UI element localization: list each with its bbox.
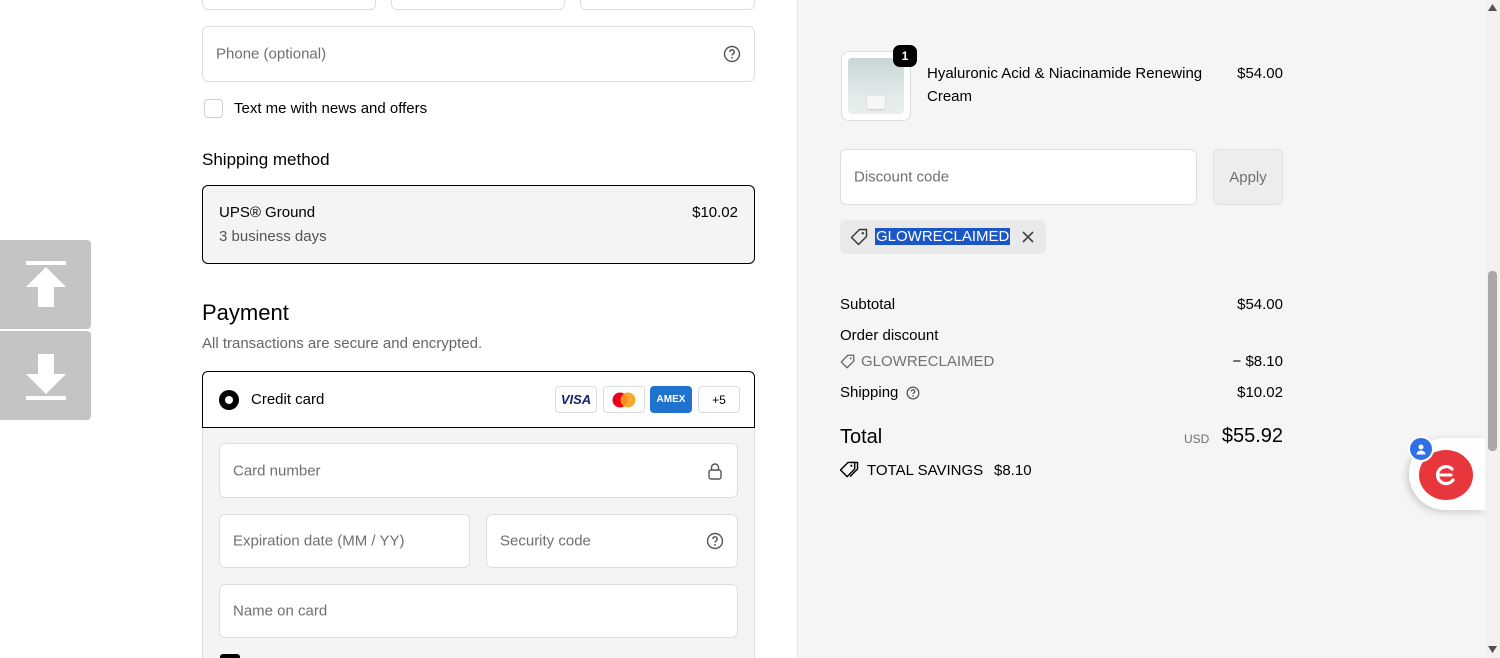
discount-code-field[interactable]: Discount code <box>840 149 1197 205</box>
scroll-up-arrow-icon <box>1488 4 1497 11</box>
arrow-up-icon <box>25 260 66 307</box>
credit-card-label: Credit card <box>251 391 325 408</box>
payment-heading: Payment <box>202 300 289 325</box>
card-number-placeholder: Card number <box>233 462 321 479</box>
scroll-to-bottom-button[interactable] <box>0 331 91 420</box>
address-field-partial-3[interactable] <box>580 0 755 10</box>
order-discount-code: GLOWRECLAIMED <box>861 353 995 370</box>
shipping-option-ups[interactable]: UPS® Ground 3 business days $10.02 <box>202 185 755 264</box>
payment-subheading: All transactions are secure and encrypte… <box>202 335 483 352</box>
shipping-method-eta: 3 business days <box>219 228 327 245</box>
total-savings-label: TOTAL SAVINGS <box>867 462 984 479</box>
order-discount-value: − $8.10 <box>1232 353 1283 370</box>
product-name-line2: Cream <box>927 88 973 105</box>
close-icon[interactable] <box>1021 230 1035 244</box>
address-field-partial-1[interactable] <box>202 0 376 10</box>
arrow-down-icon <box>25 353 66 400</box>
expiry-placeholder: Expiration date (MM / YY) <box>233 532 405 550</box>
help-circle-icon[interactable] <box>723 45 741 63</box>
card-number-field[interactable]: Card number <box>219 443 738 498</box>
billing-checkbox-partial[interactable] <box>220 654 240 658</box>
page-scrollbar[interactable] <box>1485 0 1500 658</box>
phone-placeholder: Phone (optional) <box>216 45 327 63</box>
chat-notification-badge <box>1408 436 1434 462</box>
more-cards-badge: +5 <box>698 386 740 413</box>
news-checkbox-label: Text me with news and offers <box>234 100 428 117</box>
shipping-method-name: UPS® Ground <box>219 204 316 221</box>
mastercard-icon <box>603 386 645 413</box>
phone-field[interactable]: Phone (optional) <box>202 26 755 82</box>
shipping-heading: Shipping method <box>202 150 330 169</box>
discount-code-placeholder: Discount code <box>854 168 950 186</box>
tag-icon <box>840 354 855 369</box>
help-circle-icon[interactable] <box>906 386 920 400</box>
applied-discount-tag: GLOWRECLAIMED <box>840 220 1046 254</box>
product-price: $54.00 <box>1237 65 1283 82</box>
total-label: Total <box>840 426 883 448</box>
address-field-partial-2[interactable] <box>391 0 565 10</box>
applied-discount-code: GLOWRECLAIMED <box>875 228 1011 245</box>
credit-card-radio[interactable] <box>219 390 239 410</box>
total-savings-value: $8.10 <box>994 462 1032 479</box>
news-checkbox[interactable] <box>204 99 223 118</box>
name-on-card-placeholder: Name on card <box>233 602 328 620</box>
amex-icon: AMEX <box>650 386 692 413</box>
security-code-field[interactable]: Security code <box>486 514 738 568</box>
subtotal-label: Subtotal <box>840 296 896 313</box>
quantity-badge: 1 <box>893 45 917 67</box>
security-code-placeholder: Security code <box>500 532 591 550</box>
tag-icon <box>850 228 868 246</box>
expiry-field[interactable]: Expiration date (MM / YY) <box>219 514 470 568</box>
visa-icon: VISA <box>555 386 597 413</box>
shipping-value: $10.02 <box>1237 384 1283 401</box>
total-currency: USD <box>1184 432 1210 446</box>
order-discount-label: Order discount <box>840 327 939 344</box>
shipping-method-price: $10.02 <box>692 204 738 221</box>
total-value: $55.92 <box>1221 425 1283 447</box>
shipping-label: Shipping <box>840 384 899 401</box>
lock-icon <box>706 462 724 480</box>
scroll-down-arrow-icon <box>1488 646 1497 653</box>
name-on-card-field[interactable]: Name on card <box>219 584 738 638</box>
help-circle-icon[interactable] <box>706 532 724 550</box>
product-name-line1: Hyaluronic Acid & Niacinamide Renewing <box>927 65 1203 82</box>
credit-card-option[interactable]: Credit card VISA AMEX +5 <box>202 371 755 428</box>
scrollbar-thumb[interactable] <box>1488 271 1497 451</box>
scroll-to-top-button[interactable] <box>0 240 91 329</box>
apply-discount-button[interactable]: Apply <box>1213 149 1283 205</box>
subtotal-value: $54.00 <box>1237 296 1283 313</box>
savings-tag-icon <box>840 461 859 478</box>
